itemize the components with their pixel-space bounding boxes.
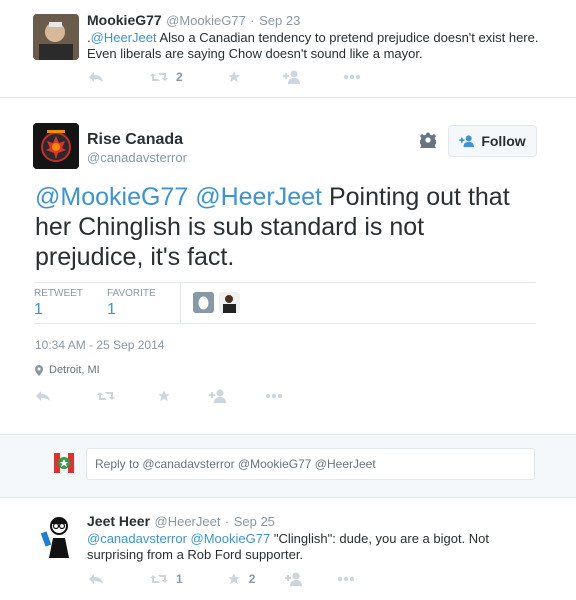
user-avatar-image: [50, 449, 78, 477]
dot-separator: ·: [224, 514, 230, 529]
retweet-icon: [150, 73, 168, 81]
follow-label: Follow: [481, 133, 526, 149]
reply-icon: [89, 574, 103, 584]
mention-heerjeet[interactable]: @HeerJeet: [91, 30, 157, 45]
tweet-stats: RETWEET 1 FAVORITE 1: [34, 282, 536, 324]
mention-heerjeet[interactable]: @HeerJeet: [195, 183, 322, 211]
follow-author-button[interactable]: [282, 70, 301, 84]
favorite-stat-label: FAVORITE: [107, 288, 156, 299]
current-user-avatar: [50, 449, 78, 477]
reply-button[interactable]: [35, 390, 51, 402]
avatar-jeet-heer[interactable]: [35, 512, 81, 558]
star-icon: [158, 390, 170, 402]
retweet-count: 2: [176, 70, 183, 84]
user-avatar-image: [219, 292, 240, 313]
tweet-timestamp[interactable]: 10:34 AM - 25 Sep 2014: [35, 338, 164, 352]
follow-button[interactable]: Follow: [448, 125, 537, 157]
reply-input[interactable]: Reply to @canadavsterror @MookieG77 @Hee…: [86, 448, 535, 480]
favorite-button[interactable]: [157, 389, 171, 403]
text-rest: "Clinglish": dude, you are a bigot. Not: [270, 531, 490, 546]
tweet-date[interactable]: Sep 23: [259, 13, 300, 28]
more-icon: [343, 74, 360, 80]
author-handle[interactable]: @canadavsterror: [87, 150, 187, 165]
favorite-button[interactable]: [227, 70, 241, 84]
mention-mookieg77[interactable]: @MookieG77: [191, 531, 271, 546]
mention-canadavsterror[interactable]: @canadavsterror: [87, 531, 187, 546]
star-icon: [227, 71, 240, 83]
favoriter-avatar-1[interactable]: [193, 292, 214, 313]
reply-input-placeholder: Reply to @canadavsterror @MookieG77 @Hee…: [95, 457, 376, 471]
text-rest: Also a Canadian tendency to pretend prej…: [156, 30, 539, 45]
retweet-count: 1: [176, 572, 183, 586]
author-name[interactable]: Rise Canada: [87, 131, 183, 149]
location-text: Detroit, MI: [49, 364, 100, 376]
settings-button[interactable]: [420, 132, 436, 148]
mention-mookieg77[interactable]: @MookieG77: [35, 183, 188, 211]
text-line2: her Chinglish is sub standard is not: [35, 213, 425, 241]
avatar-rise-canada[interactable]: [33, 123, 79, 169]
more-button[interactable]: [337, 576, 355, 582]
reply-button[interactable]: [88, 71, 104, 83]
retweet-icon: [97, 392, 115, 400]
retweet-stat-value: 1: [34, 301, 43, 318]
text-line1-rest: Pointing out that: [322, 183, 510, 211]
gear-icon: [420, 132, 436, 148]
retweet-icon: [150, 575, 168, 583]
tweet-jeet-heer[interactable]: Jeet Heer @HeerJeet · Sep 25 @canadavste…: [0, 497, 576, 600]
tweet-actions: [35, 389, 313, 403]
tweet-date[interactable]: Sep 25: [234, 514, 275, 529]
more-icon: [338, 576, 355, 582]
add-user-icon: [282, 70, 300, 84]
add-user-icon: [285, 572, 303, 586]
author-name[interactable]: Jeet Heer: [87, 513, 150, 529]
retweet-button[interactable]: 1: [150, 572, 183, 586]
reply-icon: [36, 391, 50, 401]
tweet-text: .@HeerJeet Also a Canadian tendency to p…: [87, 30, 567, 62]
more-button[interactable]: [265, 393, 283, 399]
rise-canada-logo: [33, 123, 79, 169]
favorite-button[interactable]: 2: [227, 572, 256, 586]
tweet-actions: 1 2: [88, 572, 385, 586]
default-egg-avatar: [193, 292, 214, 313]
text-line2: surprising from a Rob Ford supporter.: [87, 547, 304, 562]
retweet-button[interactable]: [97, 390, 115, 402]
tweet-text: @canadavsterror @MookieG77 "Clinglish": …: [87, 531, 557, 563]
tweet-mookieg77[interactable]: MookieG77 @MookieG77 · Sep 23 .@HeerJeet…: [0, 0, 576, 97]
author-name[interactable]: MookieG77: [87, 12, 162, 28]
more-icon: [265, 393, 283, 399]
favorite-stat-value: 1: [107, 301, 116, 318]
text-line2: Even liberals are saying Chow doesn't so…: [87, 46, 423, 61]
favorite-stat[interactable]: FAVORITE 1: [107, 288, 156, 319]
retweet-button[interactable]: 2: [150, 70, 183, 84]
avatar-image: [33, 14, 79, 60]
text-line3: prejudice, it's fact.: [35, 243, 235, 271]
avatar-image: [35, 512, 81, 558]
dot-separator: ·: [250, 13, 255, 28]
follow-author-button[interactable]: [285, 572, 303, 586]
add-user-icon: [459, 135, 475, 147]
star-icon: [227, 573, 240, 585]
stats-divider: [180, 283, 181, 323]
tweet-location[interactable]: Detroit, MI: [35, 364, 100, 376]
tweet-text: @MookieG77 @HeerJeet Pointing out that h…: [35, 182, 555, 272]
avatar-mookieg77[interactable]: [33, 14, 79, 60]
reply-icon: [89, 72, 103, 82]
reply-section: Reply to @canadavsterror @MookieG77 @Hee…: [0, 434, 576, 498]
add-user-icon: [209, 389, 226, 403]
retweet-stat-label: RETWEET: [34, 288, 83, 299]
tweet-actions: 2: [88, 70, 391, 84]
author-handle[interactable]: @HeerJeet: [155, 514, 221, 529]
author-handle[interactable]: @MookieG77: [166, 13, 246, 28]
favoriter-avatar-2[interactable]: [219, 292, 240, 313]
location-pin-icon: [35, 364, 43, 376]
more-button[interactable]: [343, 74, 361, 80]
main-tweet: Rise Canada @canadavsterror Follow @Mook…: [0, 98, 576, 434]
follow-author-button[interactable]: [209, 389, 227, 403]
retweet-stat[interactable]: RETWEET 1: [34, 288, 83, 319]
favorite-count: 2: [248, 572, 256, 586]
reply-button[interactable]: [88, 573, 104, 585]
